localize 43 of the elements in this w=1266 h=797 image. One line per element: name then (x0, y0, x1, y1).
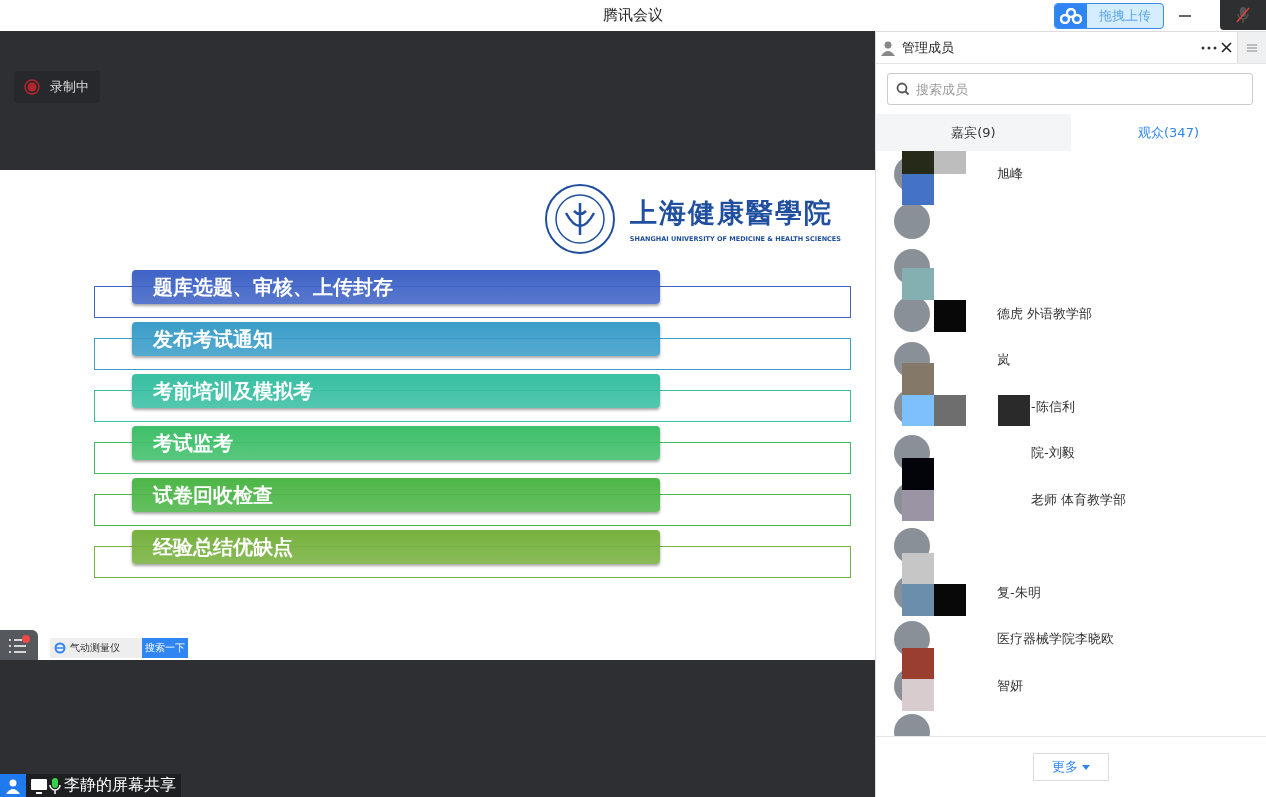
step-bar: 考前培训及模拟考 (132, 374, 660, 408)
cloud-icon (1060, 7, 1082, 24)
recording-badge: 录制中 (14, 71, 100, 103)
panel-title: 管理成员 (902, 38, 954, 57)
step-bar: 发布考试通知 (132, 322, 660, 356)
member-name: 复-朱明 (997, 583, 1041, 602)
mic-icon (48, 776, 62, 795)
caret-icon (1082, 764, 1090, 770)
step-bar: 经验总结优缺点 (132, 530, 660, 564)
person-icon (5, 777, 21, 794)
member-tab[interactable]: 嘉宾(9) (876, 114, 1071, 151)
university-seal-icon (543, 183, 616, 255)
step-bar: 题库选题、审核、上传封存 (132, 270, 660, 304)
record-icon (24, 79, 40, 95)
avatar (894, 202, 930, 239)
more-icon[interactable] (1201, 45, 1217, 50)
member-name: 德虎 外语教学部 (997, 304, 1093, 323)
upload-button[interactable]: 拖拽上传 (1054, 2, 1164, 29)
muted-mic-icon[interactable] (1236, 6, 1250, 24)
search-field[interactable]: 搜索成员 (887, 73, 1253, 105)
close-icon[interactable] (1221, 42, 1232, 53)
browser-search-field[interactable]: 气动测量仪 (50, 638, 142, 658)
more-button[interactable]: 更多 (1033, 753, 1109, 781)
step-bar: 试卷回收检查 (132, 478, 660, 512)
member-name: 智妍 (997, 676, 1023, 695)
university-name: 上海健康醫學院 (629, 196, 834, 230)
list-button[interactable] (0, 630, 38, 660)
member-name: 旭峰 (997, 165, 1023, 184)
list-icon (7, 634, 31, 656)
search-button[interactable]: 搜索一下 (142, 638, 188, 658)
person-icon (880, 39, 896, 56)
member-name: -陈信利 (1031, 397, 1075, 416)
member-name: 医疗器械学院李晓欧 (997, 630, 1114, 649)
search-icon (896, 82, 910, 96)
menu-icon (1247, 43, 1257, 52)
window-title: 腾讯会议 (603, 6, 663, 25)
member-name: 院-刘毅 (1031, 444, 1075, 463)
browser-icon (54, 642, 66, 654)
step-bar: 考试监考 (132, 426, 660, 460)
screen-share-label: 李静的屏幕共享 (63, 775, 177, 796)
screen-share-icon (30, 777, 48, 794)
member-name: 岚 (997, 351, 1010, 370)
member-name: 老师 体育教学部 (1031, 490, 1127, 509)
